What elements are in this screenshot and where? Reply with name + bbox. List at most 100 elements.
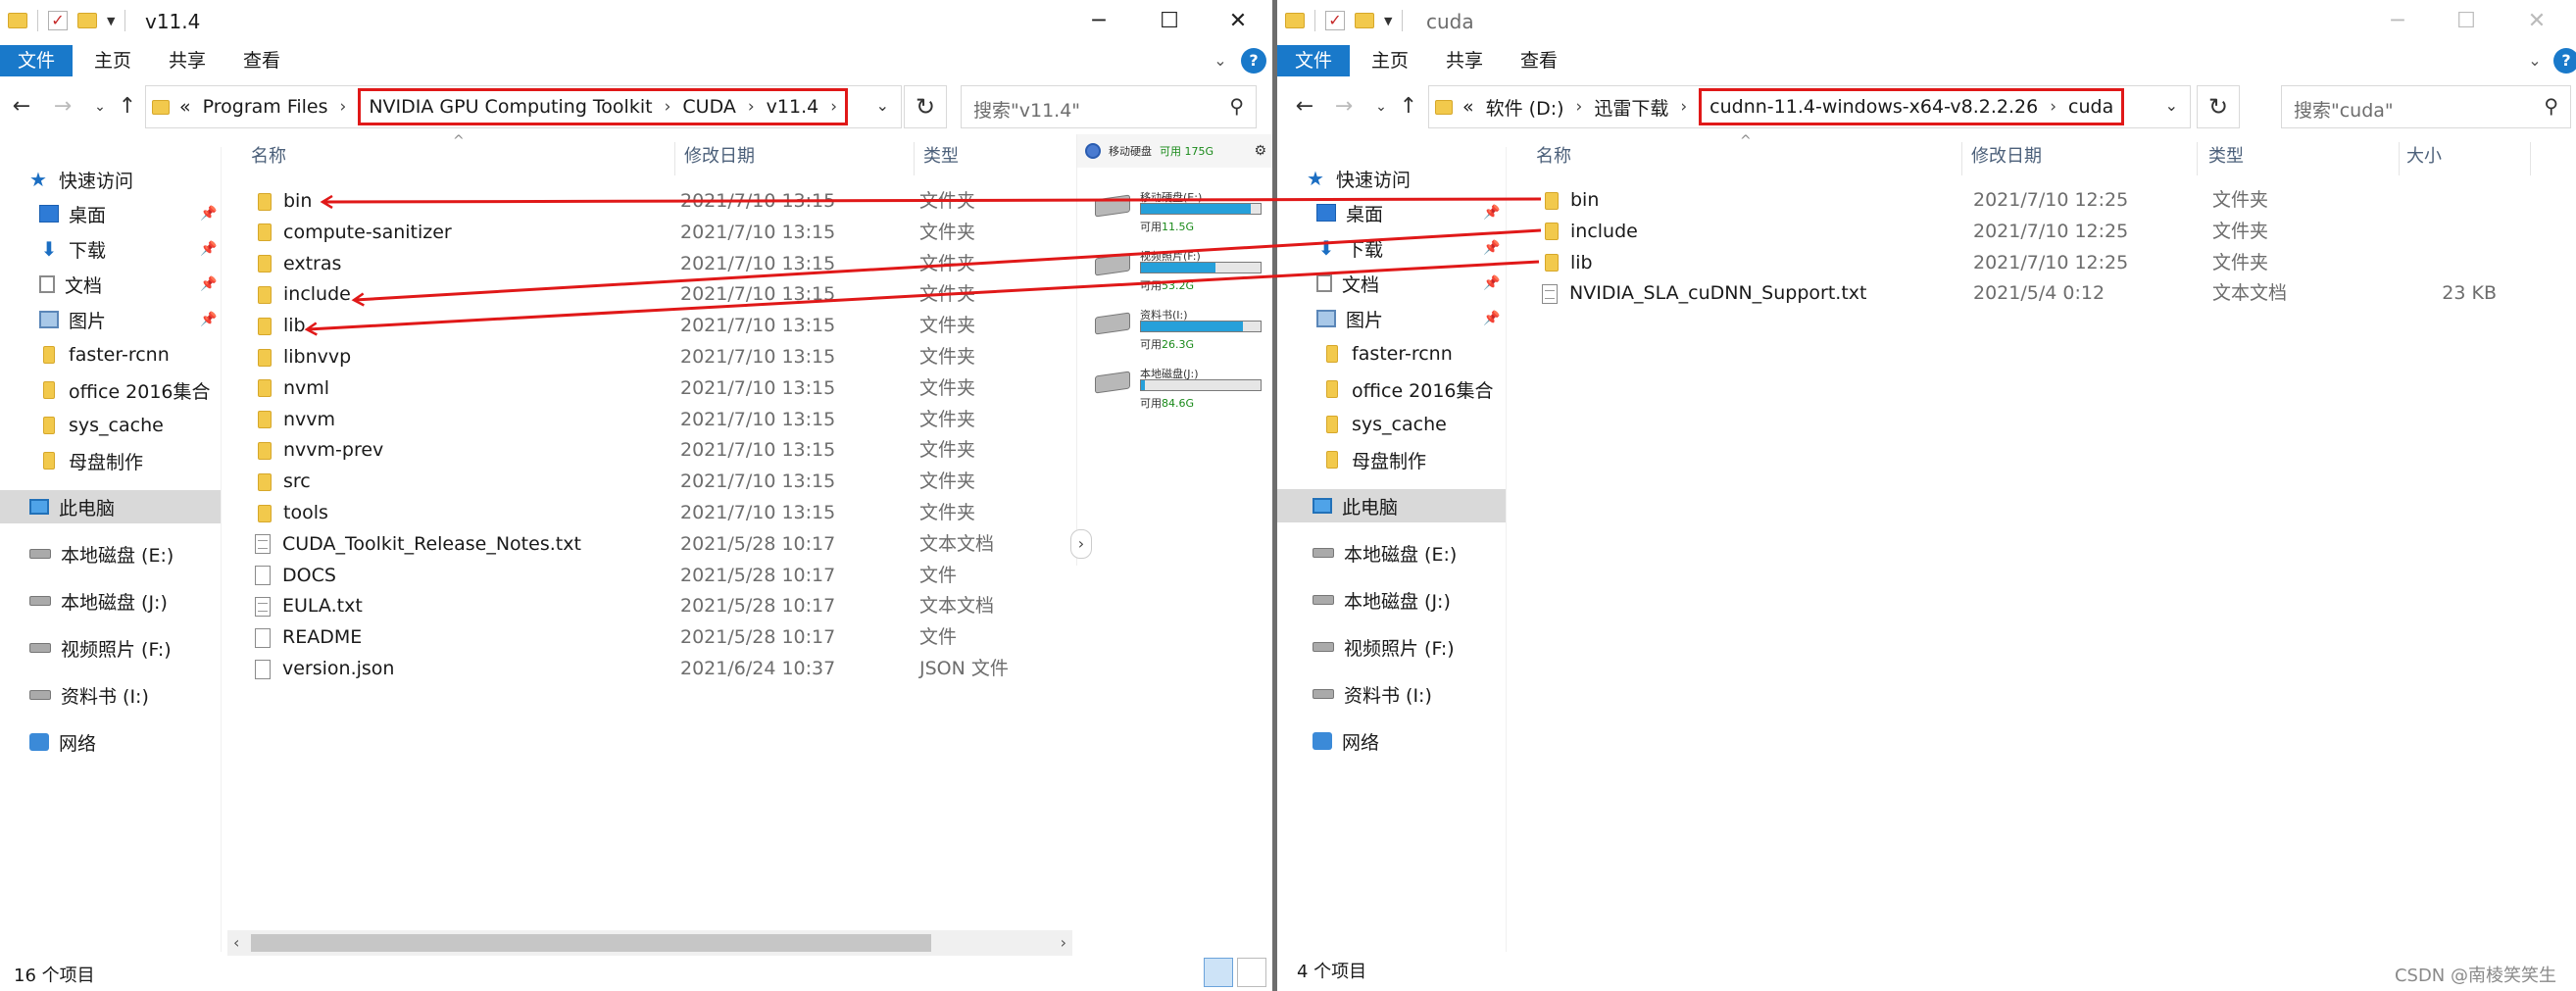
column-header-size[interactable]: 大小 xyxy=(2406,142,2442,175)
nav-item-folder[interactable]: office 2016集合 xyxy=(1277,372,1506,406)
file-row[interactable]: extras 2021/7/10 13:15 文件夹 xyxy=(233,248,1072,279)
column-header-type[interactable]: 类型 xyxy=(923,142,959,175)
tab-view[interactable]: 查看 xyxy=(225,45,298,76)
file-row[interactable]: DOCS 2021/5/28 10:17 文件 xyxy=(233,560,1072,591)
chevron-right-icon[interactable]: › xyxy=(2050,97,2056,117)
file-row[interactable]: EULA.txt 2021/5/28 10:17 文本文档 xyxy=(233,590,1072,621)
breadcrumb-downloads[interactable]: 迅雷下载 xyxy=(1594,94,1668,121)
drive-entry[interactable]: 移动硬盘(E:) 可用11.5G xyxy=(1095,189,1269,238)
nav-item-pictures[interactable]: 图片 xyxy=(1277,302,1506,335)
tab-file[interactable]: 文件 xyxy=(0,45,74,76)
nav-item-documents[interactable]: 文档 xyxy=(0,268,221,301)
column-divider[interactable] xyxy=(914,142,915,175)
nav-drive[interactable]: 本地磁盘 (E:) xyxy=(0,537,221,570)
tab-share[interactable]: 共享 xyxy=(1428,45,1501,76)
pin-icon[interactable]: 📌 xyxy=(200,312,217,327)
customize-qat-icon[interactable]: ▼ xyxy=(107,15,115,27)
chevron-right-icon[interactable]: › xyxy=(1576,97,1583,117)
customize-qat-icon[interactable]: ▼ xyxy=(1384,15,1392,27)
breadcrumb-cudnn[interactable]: cudnn-11.4-windows-x64-v8.2.2.26 xyxy=(1709,96,2038,118)
nav-quick-access[interactable]: ★ 快速访问 xyxy=(0,163,221,196)
close-button[interactable]: ✕ xyxy=(2502,0,2571,43)
chevron-down-icon[interactable]: ⌄ xyxy=(876,96,889,115)
file-row[interactable]: bin 2021/7/10 12:25 文件夹 xyxy=(1520,184,2536,216)
file-row[interactable]: NVIDIA_SLA_cuDNN_Support.txt 2021/5/4 0:1… xyxy=(1520,277,2536,309)
refresh-button[interactable]: ↻ xyxy=(904,85,947,128)
pin-icon[interactable]: 📌 xyxy=(1483,275,1500,291)
nav-item-folder[interactable]: sys_cache xyxy=(1277,408,1506,441)
file-row[interactable]: CUDA_Toolkit_Release_Notes.txt 2021/5/28 … xyxy=(233,528,1072,560)
file-row[interactable]: nvml 2021/7/10 13:15 文件夹 xyxy=(233,372,1072,404)
nav-drive[interactable]: 资料书 (I:) xyxy=(0,678,221,712)
nav-drive[interactable]: 本地磁盘 (E:) xyxy=(1277,536,1506,570)
recent-locations-icon[interactable]: ⌄ xyxy=(86,93,114,121)
nav-drive[interactable]: 本地磁盘 (J:) xyxy=(1277,583,1506,617)
column-divider[interactable] xyxy=(2197,142,2198,175)
properties-icon[interactable]: ✓ xyxy=(48,11,68,30)
column-divider[interactable] xyxy=(1961,142,1962,175)
column-divider[interactable] xyxy=(2399,142,2400,175)
column-header-type[interactable]: 类型 xyxy=(2208,142,2244,175)
drive-entry[interactable]: 视频照片(F:) 可用53.2G xyxy=(1095,248,1269,297)
file-row[interactable]: nvvm 2021/7/10 13:15 文件夹 xyxy=(233,404,1072,435)
expand-ribbon-icon[interactable]: ⌄ xyxy=(2522,48,2548,74)
file-row[interactable]: tools 2021/7/10 13:15 文件夹 xyxy=(233,497,1072,528)
file-row[interactable]: src 2021/7/10 13:15 文件夹 xyxy=(233,466,1072,497)
up-button[interactable]: ↑ xyxy=(114,93,141,121)
nav-item-pictures[interactable]: 图片 xyxy=(0,303,221,336)
details-view-button[interactable] xyxy=(1204,958,1233,987)
file-row[interactable]: version.json 2021/6/24 10:37 JSON 文件 xyxy=(233,653,1072,684)
title-bar[interactable]: ✓ ▼ v11.4 ─ ☐ ✕ xyxy=(0,0,1272,43)
breadcrumb-cuda[interactable]: CUDA xyxy=(682,96,735,118)
file-row[interactable]: nvvm-prev 2021/7/10 13:15 文件夹 xyxy=(233,434,1072,466)
drive-entry[interactable]: 本地磁盘(J:) 可用84.6G xyxy=(1095,366,1269,415)
column-header-name[interactable]: 名称 xyxy=(251,142,286,175)
nav-drive[interactable]: 视频照片 (F:) xyxy=(0,631,221,665)
breadcrumb-drive-d[interactable]: 软件 (D:) xyxy=(1486,94,1564,121)
file-row[interactable]: libnvvp 2021/7/10 13:15 文件夹 xyxy=(233,341,1072,372)
nav-item-folder[interactable]: 母盘制作 xyxy=(1277,443,1506,476)
large-icons-view-button[interactable] xyxy=(1237,958,1266,987)
nav-drive[interactable]: 本地磁盘 (J:) xyxy=(0,584,221,618)
file-row[interactable]: include 2021/7/10 12:25 文件夹 xyxy=(1520,216,2536,247)
chevron-right-icon[interactable]: › xyxy=(748,97,755,117)
minimize-button[interactable]: ─ xyxy=(2363,0,2432,43)
expand-ribbon-icon[interactable]: ⌄ xyxy=(1208,48,1233,74)
column-header-date[interactable]: 修改日期 xyxy=(684,142,755,175)
maximize-button[interactable]: ☐ xyxy=(2432,0,2501,43)
pin-icon[interactable]: 📌 xyxy=(200,206,217,222)
nav-item-folder[interactable]: 母盘制作 xyxy=(0,444,221,477)
column-divider[interactable] xyxy=(674,142,675,175)
chevron-right-icon[interactable]: › xyxy=(665,97,671,117)
breadcrumb-cuda[interactable]: cuda xyxy=(2068,96,2113,118)
address-bar[interactable]: « Program Files › NVIDIA GPU Computing T… xyxy=(145,85,902,128)
nav-item-documents[interactable]: 文档 xyxy=(1277,267,1506,300)
refresh-button[interactable]: ↻ xyxy=(2197,85,2240,128)
nav-this-pc[interactable]: 此电脑 xyxy=(1277,489,1506,522)
file-row[interactable]: include 2021/7/10 13:15 文件夹 xyxy=(233,278,1072,310)
scrollbar-thumb[interactable] xyxy=(251,934,931,952)
recent-locations-icon[interactable]: ⌄ xyxy=(1367,93,1395,121)
breadcrumb-v11-4[interactable]: v11.4 xyxy=(767,96,819,118)
nav-item-folder[interactable]: faster-rcnn xyxy=(1277,337,1506,371)
file-row[interactable]: compute-sanitizer 2021/7/10 13:15 文件夹 xyxy=(233,217,1072,248)
maximize-button[interactable]: ☐ xyxy=(1135,0,1204,43)
chevron-right-icon[interactable]: › xyxy=(830,97,837,117)
properties-icon[interactable]: ✓ xyxy=(1325,11,1345,30)
new-folder-icon[interactable] xyxy=(77,13,97,28)
forward-button[interactable]: → xyxy=(1330,93,1358,121)
nav-item-desktop[interactable]: 桌面 xyxy=(0,197,221,230)
back-button[interactable]: ← xyxy=(1291,93,1318,121)
help-icon[interactable]: ? xyxy=(2553,48,2576,74)
nav-item-desktop[interactable]: 桌面 xyxy=(1277,196,1506,229)
up-button[interactable]: ↑ xyxy=(1395,93,1422,121)
drive-entry[interactable]: 资料书(I:) 可用26.3G xyxy=(1095,307,1269,356)
chevron-down-icon[interactable]: ⌄ xyxy=(2165,96,2178,115)
search-icon[interactable]: ⚲ xyxy=(2544,94,2558,118)
pin-icon[interactable]: 📌 xyxy=(1483,240,1500,256)
file-row[interactable]: bin 2021/7/10 13:15 文件夹 xyxy=(233,185,1072,217)
tab-share[interactable]: 共享 xyxy=(151,45,223,76)
nav-network[interactable]: 网络 xyxy=(0,725,221,759)
nav-item-folder[interactable]: faster-rcnn xyxy=(0,338,221,372)
scroll-left-icon[interactable]: ‹ xyxy=(233,933,239,952)
